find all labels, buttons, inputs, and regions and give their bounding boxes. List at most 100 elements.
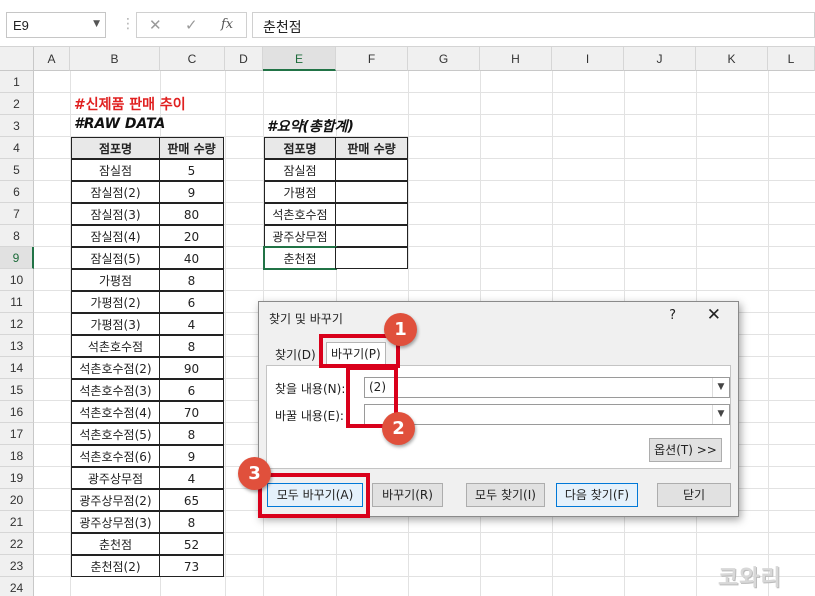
find-all-button[interactable]: 모두 찾기(I)	[466, 483, 545, 507]
table-cell[interactable]: 9	[159, 445, 224, 467]
table-cell[interactable]: 춘천점(2)	[71, 555, 160, 577]
table-cell[interactable]: 20	[159, 225, 224, 247]
table-cell[interactable]: 4	[159, 313, 224, 335]
table-cell[interactable]: 8	[159, 423, 224, 445]
row-header-14[interactable]: 14	[0, 357, 34, 379]
table-cell[interactable]: 석촌호수점(5)	[71, 423, 160, 445]
column-header-a[interactable]: A	[34, 47, 70, 71]
column-header-j[interactable]: J	[624, 47, 696, 71]
row-header-24[interactable]: 24	[0, 577, 34, 596]
table-header[interactable]: 판매 수량	[335, 137, 408, 159]
table-header[interactable]: 점포명	[71, 137, 160, 159]
row-header-9[interactable]: 9	[0, 247, 34, 269]
name-box[interactable]: E9 ▼	[6, 12, 106, 38]
table-cell[interactable]	[335, 203, 408, 225]
chevron-down-icon[interactable]: ▼	[712, 378, 729, 397]
column-header-d[interactable]: D	[225, 47, 263, 71]
table-cell[interactable]: 석촌호수점	[71, 335, 160, 357]
chevron-down-icon[interactable]: ▼	[93, 19, 100, 29]
table-cell[interactable]: 잠실점(3)	[71, 203, 160, 225]
select-all-corner[interactable]	[0, 47, 34, 71]
fx-icon[interactable]: fx	[221, 17, 233, 32]
formula-input[interactable]: 춘천점	[252, 12, 815, 38]
table-cell[interactable]: 석촌호수점(6)	[71, 445, 160, 467]
table-cell[interactable]	[335, 159, 408, 181]
selected-cell[interactable]: 춘천점	[263, 246, 337, 270]
column-header-i[interactable]: I	[552, 47, 624, 71]
table-cell[interactable]: 가평점(2)	[71, 291, 160, 313]
table-cell[interactable]: 65	[159, 489, 224, 511]
column-header-f[interactable]: F	[336, 47, 408, 71]
table-cell[interactable]: 춘천점	[71, 533, 160, 555]
table-cell[interactable]: 가평점	[264, 181, 336, 203]
table-cell[interactable]: 8	[159, 511, 224, 533]
table-cell[interactable]: 광주상무점	[71, 467, 160, 489]
column-header-b[interactable]: B	[70, 47, 160, 71]
row-header-1[interactable]: 1	[0, 71, 34, 93]
table-cell[interactable]: 4	[159, 467, 224, 489]
row-header-23[interactable]: 23	[0, 555, 34, 577]
table-cell[interactable]	[335, 247, 408, 269]
options-button[interactable]: 옵션(T) >>	[649, 438, 722, 462]
table-cell[interactable]: 40	[159, 247, 224, 269]
row-header-4[interactable]: 4	[0, 137, 34, 159]
row-header-11[interactable]: 11	[0, 291, 34, 313]
table-cell[interactable]: 70	[159, 401, 224, 423]
table-cell[interactable]: 6	[159, 291, 224, 313]
table-cell[interactable]: 석촌호수점(3)	[71, 379, 160, 401]
row-header-16[interactable]: 16	[0, 401, 34, 423]
table-cell[interactable]	[335, 181, 408, 203]
row-header-12[interactable]: 12	[0, 313, 34, 335]
row-header-6[interactable]: 6	[0, 181, 34, 203]
table-cell[interactable]: 가평점	[71, 269, 160, 291]
table-header[interactable]: 점포명	[264, 137, 336, 159]
column-header-e[interactable]: E	[263, 47, 336, 71]
replace-button[interactable]: 바꾸기(R)	[372, 483, 443, 507]
row-header-3[interactable]: 3	[0, 115, 34, 137]
row-header-7[interactable]: 7	[0, 203, 34, 225]
row-header-15[interactable]: 15	[0, 379, 34, 401]
table-cell[interactable]: 광주상무점	[264, 225, 336, 247]
row-header-19[interactable]: 19	[0, 467, 34, 489]
row-header-21[interactable]: 21	[0, 511, 34, 533]
table-cell[interactable]: 5	[159, 159, 224, 181]
close-button[interactable]: 닫기	[657, 483, 731, 507]
row-header-13[interactable]: 13	[0, 335, 34, 357]
table-cell[interactable]: 잠실점(4)	[71, 225, 160, 247]
row-header-22[interactable]: 22	[0, 533, 34, 555]
table-cell[interactable]: 가평점(3)	[71, 313, 160, 335]
replace-input[interactable]: ▼	[364, 404, 730, 425]
drag-handle-icon[interactable]: ⋮	[121, 16, 135, 32]
table-cell[interactable]: 52	[159, 533, 224, 555]
chevron-down-icon[interactable]: ▼	[712, 405, 729, 424]
table-cell[interactable]: 8	[159, 269, 224, 291]
enter-icon[interactable]: ✓	[185, 16, 198, 34]
table-cell[interactable]: 광주상무점(3)	[71, 511, 160, 533]
table-cell[interactable]: 6	[159, 379, 224, 401]
column-header-c[interactable]: C	[160, 47, 225, 71]
table-cell[interactable]: 광주상무점(2)	[71, 489, 160, 511]
close-icon[interactable]: ✕	[707, 305, 721, 325]
row-header-8[interactable]: 8	[0, 225, 34, 247]
column-header-k[interactable]: K	[696, 47, 768, 71]
row-header-10[interactable]: 10	[0, 269, 34, 291]
column-header-g[interactable]: G	[408, 47, 480, 71]
find-input[interactable]: (2) ▼	[364, 377, 730, 398]
table-header[interactable]: 판매 수량	[159, 137, 224, 159]
table-cell[interactable]: 석촌호수점	[264, 203, 336, 225]
table-cell[interactable]: 80	[159, 203, 224, 225]
table-cell[interactable]: 잠실점	[71, 159, 160, 181]
cancel-icon[interactable]: ✕	[149, 16, 162, 34]
table-cell[interactable]: 잠실점(2)	[71, 181, 160, 203]
row-header-17[interactable]: 17	[0, 423, 34, 445]
table-cell[interactable]: 잠실점	[264, 159, 336, 181]
table-cell[interactable]: 잠실점(5)	[71, 247, 160, 269]
row-header-5[interactable]: 5	[0, 159, 34, 181]
tab-find[interactable]: 찾기(D)	[271, 344, 320, 366]
table-cell[interactable]: 9	[159, 181, 224, 203]
table-cell[interactable]: 석촌호수점(4)	[71, 401, 160, 423]
find-next-button[interactable]: 다음 찾기(F)	[556, 483, 638, 507]
row-header-2[interactable]: 2	[0, 93, 34, 115]
table-cell[interactable]	[335, 225, 408, 247]
help-icon[interactable]: ?	[669, 308, 676, 323]
